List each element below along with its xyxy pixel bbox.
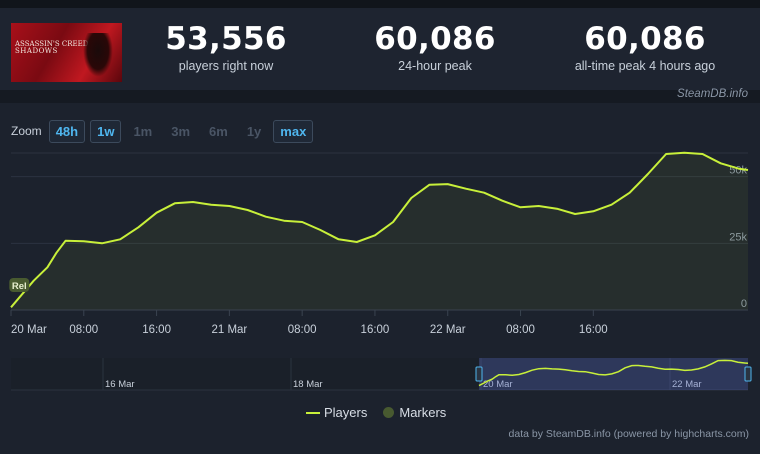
chart-credits[interactable]: data by SteamDB.info (powered by highcha… bbox=[509, 428, 749, 440]
x-tick-label: 22 Mar bbox=[430, 324, 466, 336]
player-count-chart[interactable]: 025k50k20 Mar08:0016:0021 Mar08:0016:002… bbox=[0, 0, 760, 454]
chart-legend: Players Markers bbox=[306, 405, 462, 420]
legend-label: Players bbox=[324, 405, 368, 420]
legend-line-icon bbox=[306, 411, 320, 414]
release-marker-label: Rel bbox=[12, 281, 27, 292]
navigator-handle-left[interactable] bbox=[475, 366, 483, 382]
navigator-tick-label: 16 Mar bbox=[105, 379, 135, 390]
x-tick-label: 20 Mar bbox=[11, 324, 47, 336]
x-tick-label: 16:00 bbox=[579, 324, 608, 336]
x-tick-label: 21 Mar bbox=[211, 324, 247, 336]
x-tick-label: 08:00 bbox=[288, 324, 317, 336]
legend-dot-icon bbox=[383, 407, 395, 418]
legend-item-markers[interactable]: Markers bbox=[383, 405, 446, 420]
navigator-tick-label: 18 Mar bbox=[293, 379, 323, 390]
x-tick-label: 16:00 bbox=[142, 324, 171, 336]
navigator-handle-right[interactable] bbox=[744, 366, 752, 382]
legend-label: Markers bbox=[399, 405, 447, 420]
x-tick-label: 08:00 bbox=[506, 324, 535, 336]
x-tick-label: 08:00 bbox=[69, 324, 98, 336]
legend-item-players[interactable]: Players bbox=[306, 405, 367, 420]
x-tick-label: 16:00 bbox=[361, 324, 390, 336]
